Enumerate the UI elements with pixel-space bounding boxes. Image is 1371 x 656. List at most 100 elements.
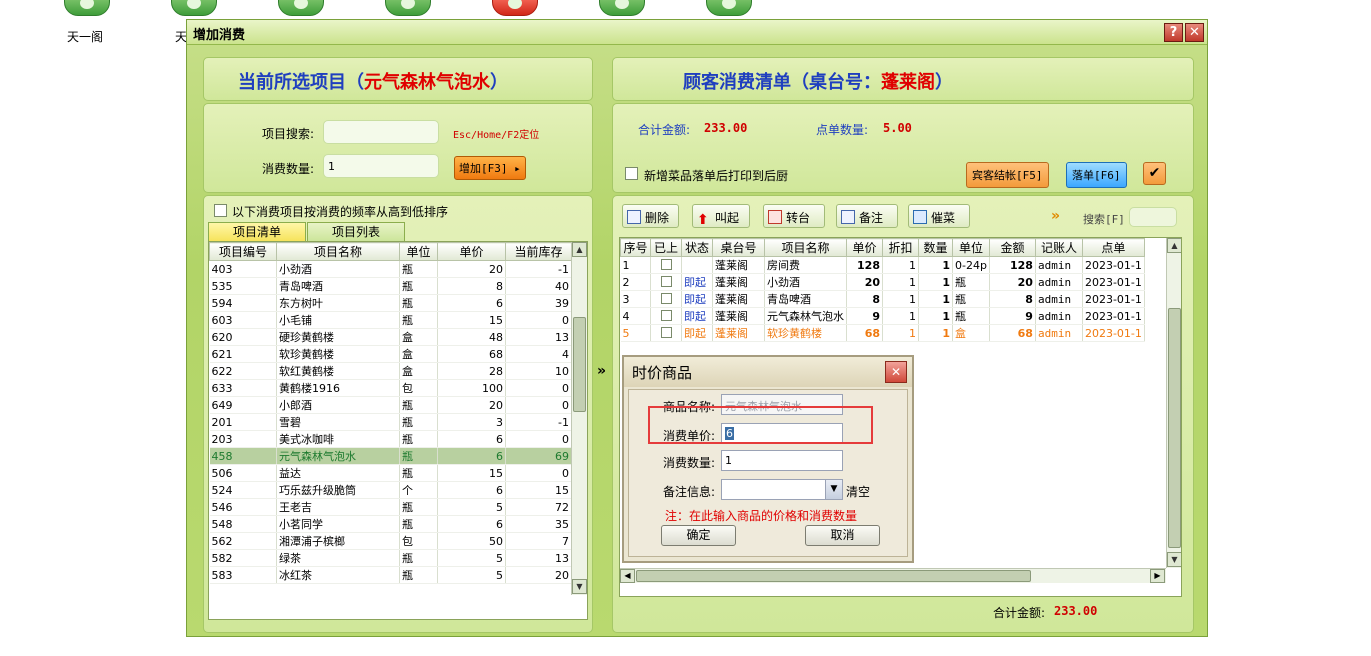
desktop-app-icon[interactable] [706,0,752,16]
ok-button[interactable]: 确定 [661,525,736,546]
confirm-check-icon[interactable]: ✔ [1143,162,1166,185]
hscroll-thumb[interactable] [636,570,1031,582]
order-grid-hscrollbar[interactable]: ◀ ▶ [620,568,1166,583]
table-row[interactable]: 524 巧乐兹升级脆筒个 6 15 [209,481,572,499]
table-row[interactable]: 633 黄鹤楼1916 包 100 0 [209,379,572,397]
col-header[interactable]: 当前库存 [505,242,572,261]
desktop-app-icon[interactable] [64,0,110,16]
checkout-button[interactable]: 宾客结帐[F5] [966,162,1049,188]
col-header[interactable]: 序号 [620,238,651,257]
scroll-up-icon[interactable]: ▲ [1167,238,1181,253]
current-item-prefix: 当前所选项目（ [238,72,364,93]
order-row[interactable]: 3 即起 蓬莱阁 青岛啤酒 8 1 1 瓶 8 admin 2023-01-1 [620,290,1145,308]
table-row[interactable]: 620 硬珍黄鹤楼盒 48 13 [209,328,572,346]
table-row[interactable]: 458 元气森林气泡水瓶 6 69 [209,447,572,465]
table-row[interactable]: 201 雪碧瓶 3 -1 [209,413,572,431]
table-row[interactable]: 583 冰红茶瓶 5 20 [209,566,572,584]
order-row[interactable]: 2 即起 蓬莱阁 小劲酒 20 1 1 瓶 20 admin 2023-01-1 [620,273,1145,291]
served-checkbox[interactable] [661,326,672,338]
help-icon[interactable]: ? [1164,23,1183,42]
double-arrow-icon[interactable]: » [1051,208,1060,224]
tab-item-table[interactable]: 项目列表 [307,222,405,241]
scroll-thumb[interactable] [573,317,586,412]
scroll-down-icon[interactable]: ▼ [572,579,587,594]
scroll-left-icon[interactable]: ◀ [620,569,635,583]
clear-link[interactable]: 清空 [846,483,870,500]
scroll-right-icon[interactable]: ▶ [1150,569,1165,583]
scroll-thumb[interactable] [1168,308,1181,548]
search-input[interactable] [323,120,439,144]
desktop-app-icon[interactable] [171,0,217,16]
col-header[interactable]: 点单 [1081,238,1145,257]
add-button[interactable]: 增加[F3] ▸ [454,156,526,180]
table-cell: -1 [505,260,572,278]
scroll-up-icon[interactable]: ▲ [572,242,587,257]
order-row[interactable]: 4 即起 蓬莱阁 元气森林气泡水 9 1 1 瓶 9 admin 2023-01-1 [620,307,1145,325]
col-header[interactable]: 金额 [988,238,1036,257]
order-cell: 1 [882,256,919,274]
table-cell: 48 [437,328,506,346]
col-header[interactable]: 折扣 [882,238,919,257]
served-checkbox[interactable] [661,309,672,321]
col-header[interactable]: 单价 [846,238,883,257]
remark-button[interactable]: 备注 [836,204,898,228]
table-cell: 小毛铺 [276,311,400,329]
close-icon[interactable]: ✕ [1185,23,1204,42]
desktop-app-icon[interactable] [278,0,324,16]
place-order-button[interactable]: 落单[F6] [1066,162,1127,188]
table-cell: 瓶 [399,260,438,278]
col-header[interactable]: 单位 [399,242,438,261]
table-cell: 6 [437,447,506,465]
order-row[interactable]: 1 蓬莱阁 房间费 128 1 1 0-24p 128 admin 2023-01-1 [620,256,1145,274]
col-header[interactable]: 数量 [918,238,953,257]
tab-item-list[interactable]: 项目清单 [208,222,306,241]
table-row[interactable]: 582 绿茶瓶 5 13 [209,549,572,567]
desktop-app-icon[interactable] [385,0,431,16]
desktop-app-icon[interactable] [599,0,645,16]
call-up-button[interactable]: ⬆ 叫起 [692,204,750,228]
table-row[interactable]: 535 青岛啤酒瓶 8 40 [209,277,572,295]
order-row[interactable]: 5 即起 蓬莱阁 软珍黄鹤楼 68 1 1 盒 68 admin 2023-01-1 [620,324,1145,342]
delete-button[interactable]: 删除 [622,204,679,228]
table-row[interactable]: 622 软红黄鹤楼盒 28 10 [209,362,572,380]
table-row[interactable]: 594 东方树叶瓶 6 39 [209,294,572,312]
table-row[interactable]: 649 小郎酒瓶 20 0 [209,396,572,414]
chevron-down-icon[interactable]: ▼ [825,480,842,499]
served-checkbox[interactable] [661,292,672,304]
table-row[interactable]: 403 小劲酒瓶 20 -1 [209,260,572,278]
cancel-button[interactable]: 取消 [805,525,880,546]
table-cell: 6 [437,294,506,312]
table-row[interactable]: 548 小茗同学瓶 6 35 [209,515,572,533]
dialog-close-icon[interactable]: ✕ [885,361,907,383]
served-checkbox[interactable] [661,275,672,287]
transfer-table-button[interactable]: 转台 [763,204,825,228]
table-row[interactable]: 603 小毛铺瓶 15 0 [209,311,572,329]
transfer-arrow-icon[interactable]: » [597,363,606,379]
col-header[interactable]: 项目名称 [276,242,400,261]
table-cell: 10 [505,362,572,380]
print-kitchen-checkbox[interactable] [625,167,638,180]
rush-button[interactable]: 催菜 [908,204,970,228]
col-header[interactable]: 单价 [437,242,506,261]
grid-search-input[interactable] [1129,207,1177,227]
scroll-down-icon[interactable]: ▼ [1167,552,1181,567]
table-row[interactable]: 506 益达瓶 15 0 [209,464,572,482]
desktop-app-icon[interactable] [492,0,538,16]
col-header[interactable]: 已上 [650,238,682,257]
quantity-input[interactable]: 1 [323,154,439,178]
col-header[interactable]: 状态 [681,238,713,257]
col-header[interactable]: 项目名称 [764,238,847,257]
table-row[interactable]: 203 美式冰咖啡瓶 6 0 [209,430,572,448]
col-header[interactable]: 桌台号 [712,238,765,257]
col-header[interactable]: 记账人 [1034,238,1083,257]
order-grid-scrollbar[interactable]: ▲ ▼ [1166,238,1181,568]
table-row[interactable]: 621 软珍黄鹤楼盒 68 4 [209,345,572,363]
table-row[interactable]: 546 王老吉瓶 5 72 [209,498,572,516]
col-header[interactable]: 项目编号 [209,242,277,261]
item-grid-scrollbar[interactable]: ▲ ▼ [571,242,587,595]
served-checkbox[interactable] [661,258,672,270]
sort-checkbox[interactable] [214,204,227,217]
quantity-input[interactable]: 1 [721,450,843,471]
col-header[interactable]: 单位 [952,238,990,257]
table-row[interactable]: 562 湘潭浦子槟榔包 50 7 [209,532,572,550]
